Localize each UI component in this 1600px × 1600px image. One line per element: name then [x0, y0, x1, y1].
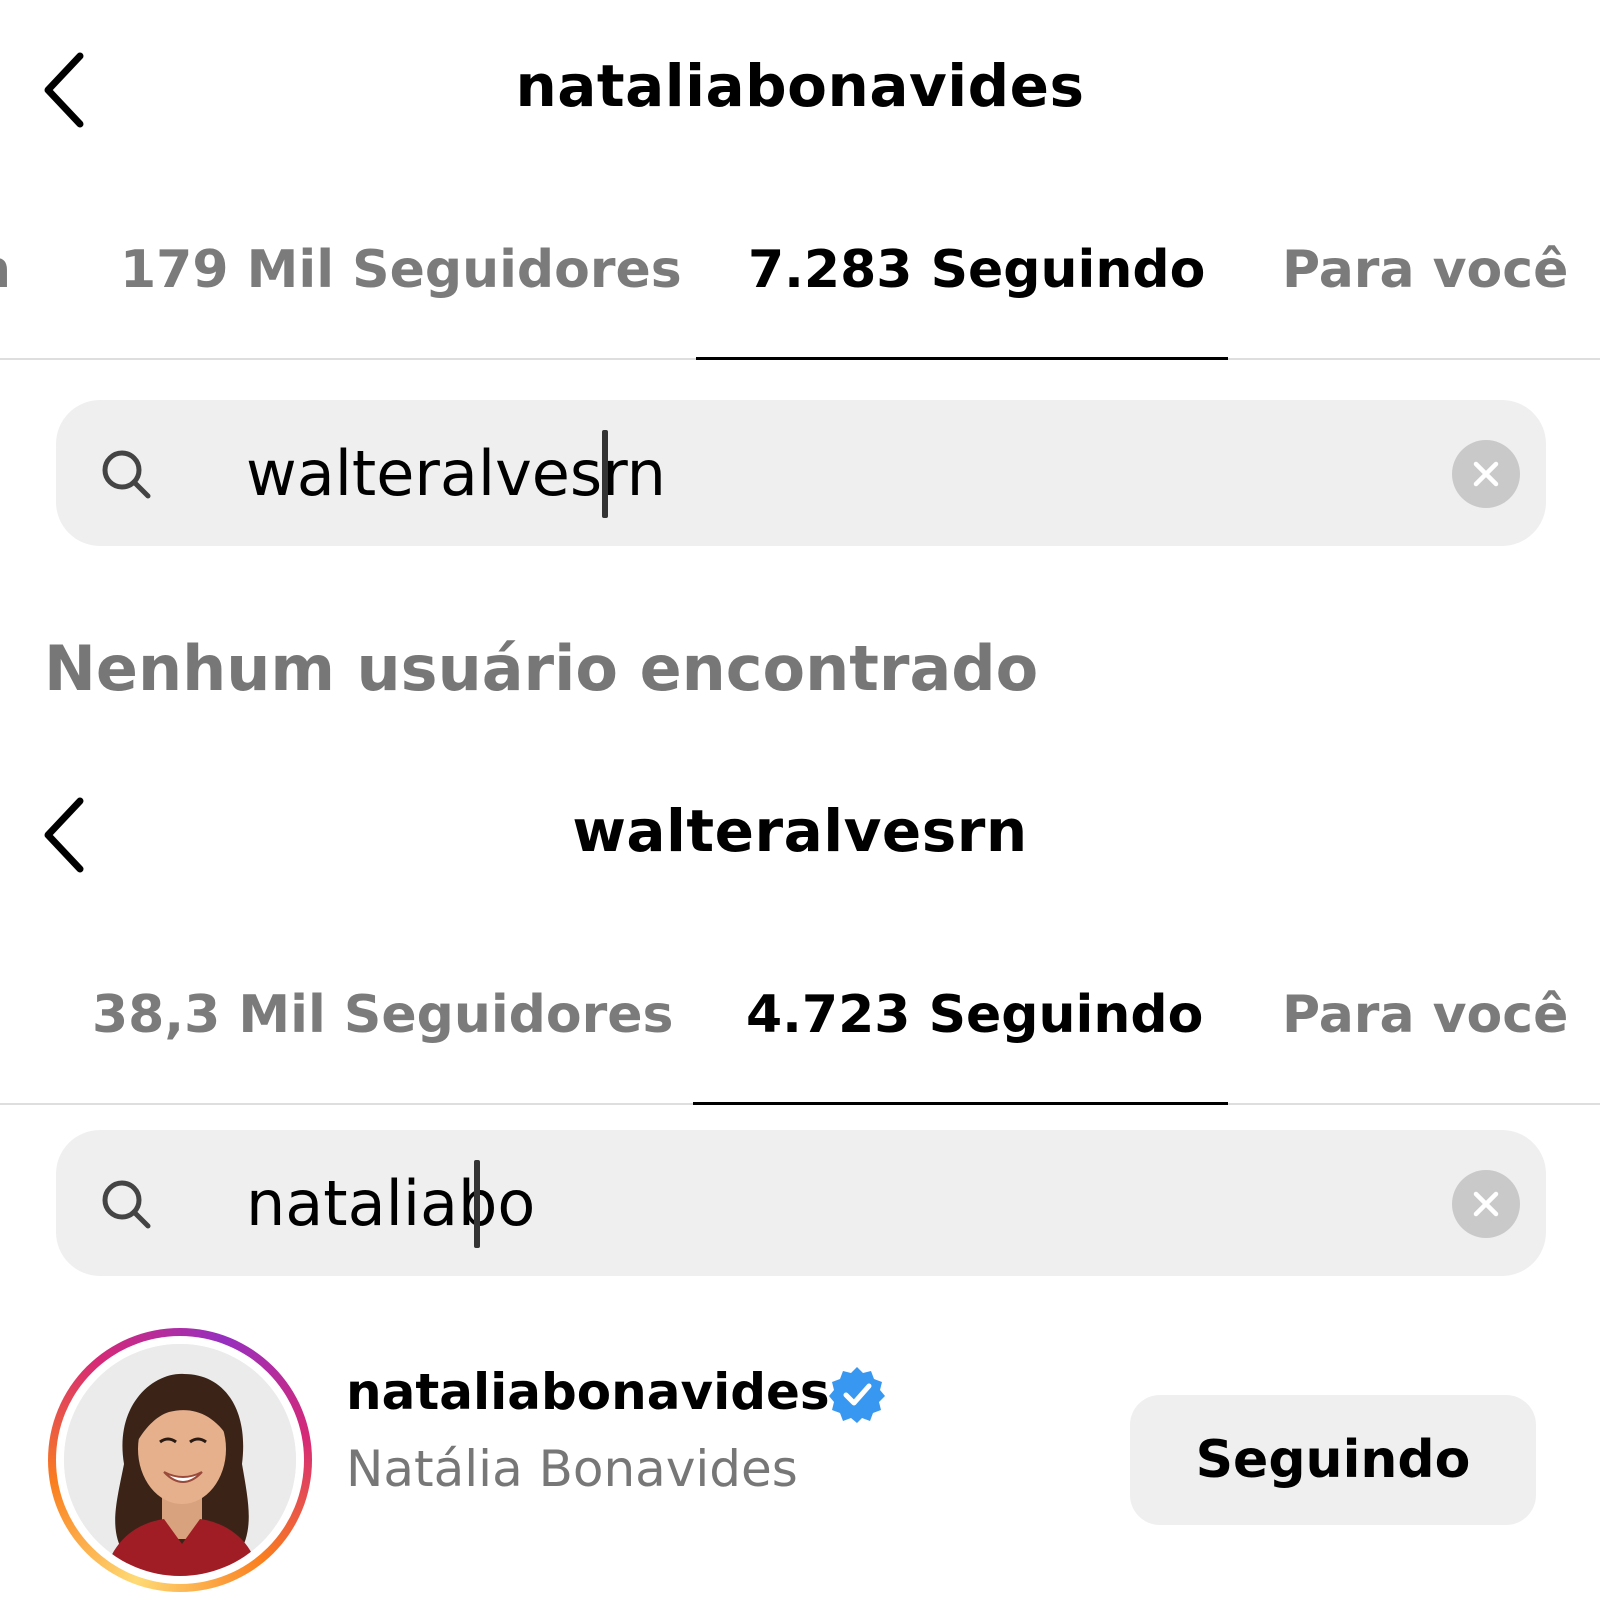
tab-followers[interactable]: 38,3 Mil Seguidores	[92, 985, 674, 1045]
tab-bar: 38,3 Mil Seguidores 4.723 Seguindo Para …	[0, 930, 1600, 1105]
search-bar[interactable]	[56, 400, 1546, 546]
avatar-image	[64, 1344, 296, 1576]
page-title: walteralvesrn	[572, 797, 1028, 865]
result-username[interactable]: nataliabonavides	[346, 1363, 830, 1421]
clear-search-button[interactable]	[1452, 440, 1520, 508]
clear-icon	[1473, 461, 1499, 487]
search-icon	[102, 1180, 151, 1229]
clear-icon	[1473, 1191, 1499, 1217]
following-list-panel-1: nataliabonavides n 179 Mil Seguidores 7.…	[0, 0, 1600, 705]
avatar-border	[56, 1336, 304, 1584]
tab-following[interactable]: 7.283 Seguindo	[748, 240, 1205, 300]
following-list-panel-2: walteralvesrn 38,3 Mil Seguidores 4.723 …	[0, 745, 1600, 1105]
page: nataliabonavides n 179 Mil Seguidores 7.…	[0, 0, 1600, 1600]
page-title: nataliabonavides	[515, 52, 1085, 120]
tab-for-you[interactable]: Para você	[1282, 240, 1568, 300]
text-caret	[602, 430, 608, 518]
header: nataliabonavides	[0, 0, 1600, 185]
tab-for-you[interactable]: Para você	[1282, 985, 1568, 1045]
result-full-name: Natália Bonavides	[346, 1440, 798, 1498]
active-tab-indicator	[696, 357, 1228, 360]
following-button[interactable]: Seguindo	[1130, 1395, 1536, 1525]
search-bar[interactable]	[56, 1130, 1546, 1276]
tab-partial[interactable]: n	[0, 240, 11, 300]
tab-following[interactable]: 4.723 Seguindo	[746, 985, 1203, 1045]
tab-followers[interactable]: 179 Mil Seguidores	[120, 240, 682, 300]
avatar	[64, 1344, 296, 1576]
search-input[interactable]	[246, 428, 1446, 518]
clear-search-button[interactable]	[1452, 1170, 1520, 1238]
header: walteralvesrn	[0, 745, 1600, 930]
user-result-row[interactable]: nataliabonavides Natália Bonavides Segui…	[0, 1325, 1600, 1595]
no-users-found-message: Nenhum usuário encontrado	[44, 632, 1039, 705]
search-icon	[102, 450, 151, 499]
search-input[interactable]	[246, 1158, 1446, 1248]
text-caret	[474, 1160, 480, 1248]
verified-badge-icon	[829, 1367, 885, 1423]
tab-bar: n 179 Mil Seguidores 7.283 Seguindo Para…	[0, 185, 1600, 360]
story-ring[interactable]	[48, 1328, 312, 1592]
active-tab-indicator	[693, 1102, 1228, 1105]
